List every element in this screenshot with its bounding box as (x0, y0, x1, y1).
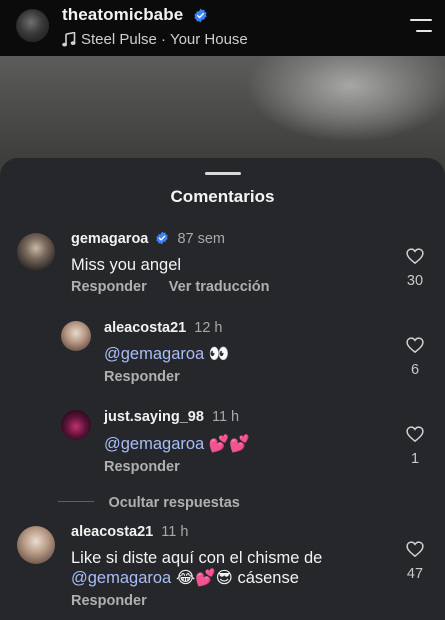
hide-replies-label[interactable]: Ocultar respuestas (108, 495, 239, 511)
heart-icon (406, 426, 424, 443)
reply-button[interactable]: Responder (71, 279, 147, 295)
translate-button[interactable]: Ver traducción (169, 279, 270, 295)
reply-button[interactable]: Responder (104, 459, 180, 475)
profile-username[interactable]: theatomicbabe (62, 5, 207, 25)
comment-emoji: 👀 (208, 344, 230, 363)
comment-actions: Responder Ver traducción (71, 279, 288, 295)
like-count: 47 (406, 566, 424, 582)
comment-username[interactable]: aleacosta21 (71, 524, 153, 540)
top-bar: theatomicbabe Steel Pulse · Your House (0, 0, 445, 56)
mention-link[interactable]: @gemagaroa (104, 435, 204, 453)
comment-username[interactable]: just.saying_98 (104, 409, 204, 425)
comment-text: Miss you angel (71, 256, 182, 274)
like-button[interactable]: 1 (400, 426, 430, 467)
heart-icon (406, 337, 424, 354)
comment-time: 12 h (194, 320, 223, 336)
like-button[interactable]: 30 (400, 248, 430, 289)
comment-text-rest: cásense (237, 569, 299, 587)
drag-handle[interactable] (205, 172, 241, 175)
avatar[interactable] (61, 410, 91, 440)
like-button[interactable]: 6 (400, 337, 430, 378)
reply-button[interactable]: Responder (104, 369, 180, 385)
comment-actions: Responder (104, 459, 198, 475)
comment-time: 11 h (211, 409, 240, 425)
mention-link[interactable]: @gemagaroa (104, 345, 204, 363)
comment-time: 87 sem (177, 231, 225, 247)
comment-text: @gemagaroa 💕💕 (104, 434, 250, 454)
comment-actions: Responder (104, 369, 198, 385)
like-button[interactable]: 47 (400, 541, 430, 582)
music-note-icon (62, 32, 76, 47)
profile-username-text[interactable]: theatomicbabe (62, 5, 183, 24)
sheet-title: Comentarios (170, 187, 275, 206)
comments-sheet: Comentarios gemagaroa 87 sem Miss you an… (0, 158, 445, 620)
profile-avatar[interactable] (16, 9, 49, 42)
comment-header: just.saying_98 11 h (104, 409, 239, 425)
comment-text-line2: @gemagaroa 😂💕😎 cásense (71, 568, 299, 588)
music-track-label: Steel Pulse · Your House (81, 31, 248, 48)
heart-icon (406, 541, 424, 558)
verified-badge-icon (194, 8, 207, 23)
comment-text-line1: Like si diste aquí con el chisme de (71, 549, 323, 567)
comment-emoji: 💕💕 (208, 434, 250, 453)
comment-time: 11 h (161, 524, 189, 540)
avatar[interactable] (17, 526, 55, 564)
comment-text: @gemagaroa 👀 (104, 344, 229, 364)
like-count: 30 (406, 273, 424, 289)
comment-header: gemagaroa 87 sem (71, 231, 225, 247)
like-count: 6 (410, 362, 420, 378)
like-count: 1 (410, 451, 420, 467)
reply-button[interactable]: Responder (71, 593, 147, 609)
hide-replies-button[interactable]: Ocultar respuestas (58, 494, 240, 512)
comment-username[interactable]: aleacosta21 (104, 320, 186, 336)
avatar[interactable] (17, 233, 55, 271)
avatar[interactable] (61, 321, 91, 351)
comment-username[interactable]: gemagaroa (71, 231, 148, 247)
mention-link[interactable]: @gemagaroa (71, 569, 171, 587)
comment-header: aleacosta21 11 h (71, 524, 188, 540)
heart-icon (406, 248, 424, 265)
menu-icon[interactable] (410, 19, 432, 33)
comment-emoji: 😂💕😎 (175, 568, 233, 587)
comment-header: aleacosta21 12 h (104, 320, 223, 336)
divider-line (58, 501, 94, 502)
verified-badge-icon (156, 231, 169, 245)
comment-actions: Responder (71, 593, 165, 609)
